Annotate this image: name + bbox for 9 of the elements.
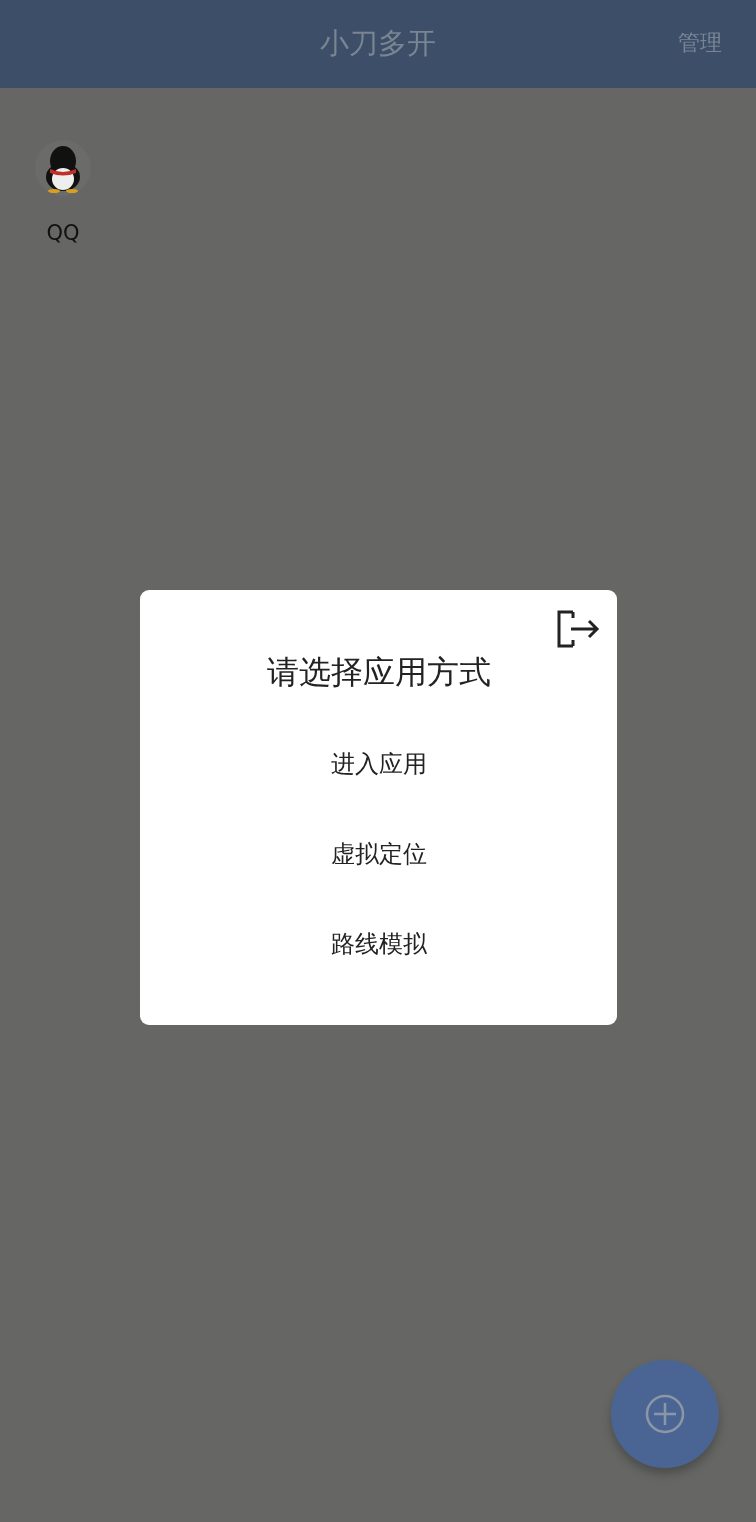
app-label: QQ — [46, 220, 80, 247]
dialog-title: 请选择应用方式 — [266, 652, 491, 693]
add-icon — [645, 1394, 685, 1434]
app-title: 小刀多开 — [320, 25, 436, 63]
dialog-option[interactable]: 进入应用 — [310, 736, 447, 792]
dialog-option[interactable]: 路线模拟 — [310, 916, 447, 972]
exit-icon[interactable] — [557, 610, 601, 648]
dialog-option[interactable]: 虚拟定位 — [310, 826, 447, 882]
penguin-icon — [43, 143, 83, 193]
